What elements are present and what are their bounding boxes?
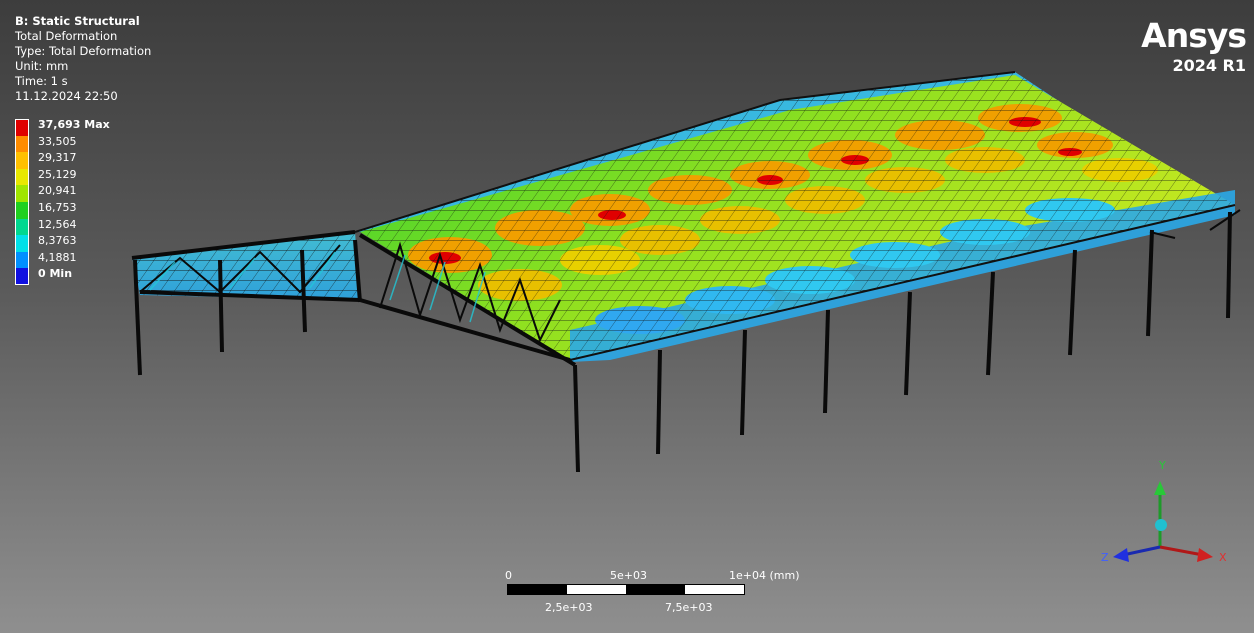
scale-label-7-5e3: 7,5e+03 <box>665 601 713 614</box>
legend-swatch <box>15 218 29 236</box>
x-label: X <box>1219 551 1227 564</box>
result-type: Type: Total Deformation <box>15 44 152 58</box>
legend-swatch <box>15 135 29 153</box>
result-info: B: Static Structural Total Deformation T… <box>15 14 151 104</box>
x-axis <box>1159 545 1204 557</box>
legend-label: 16,753 <box>38 200 77 214</box>
scale-track <box>507 584 745 595</box>
result-time: Time: 1 s <box>15 74 68 88</box>
legend-label: 37,693 Max <box>38 118 110 131</box>
legend-swatch <box>15 251 29 269</box>
legend-swatch <box>15 268 29 285</box>
legend-label: 25,129 <box>38 167 77 181</box>
structure-model <box>131 71 1241 473</box>
legend-swatch <box>15 235 29 252</box>
scale-label-0: 0 <box>505 569 512 582</box>
legend-swatch <box>15 201 29 219</box>
legend-label: 8,3763 <box>38 234 77 248</box>
z-label: Z <box>1101 551 1109 564</box>
ansys-logo: Ansys 2024 R1 <box>1141 16 1247 76</box>
legend-swatch <box>15 119 29 136</box>
legend-label: 0 Min <box>38 267 73 281</box>
scale-label-1e4: 1e+04 (mm) <box>729 569 800 582</box>
z-arrow-icon <box>1113 548 1129 562</box>
legend-label: 33,505 <box>38 134 77 148</box>
model-viewport[interactable] <box>0 0 1254 633</box>
brand-version: 2024 R1 <box>1172 56 1246 75</box>
z-axis <box>1122 545 1161 557</box>
legend-swatch <box>15 168 29 186</box>
triad-iso-ball[interactable] <box>1155 519 1167 531</box>
y-arrow-icon <box>1154 481 1166 495</box>
result-timestamp: 11.12.2024 22:50 <box>15 89 118 103</box>
scale-bar: 0 5e+03 1e+04 (mm) 2,5e+03 7,5e+03 <box>505 569 805 619</box>
result-name: Total Deformation <box>15 29 118 43</box>
legend-label: 20,941 <box>38 184 77 198</box>
y-label: Y <box>1158 459 1166 472</box>
analysis-title: B: Static Structural <box>15 14 140 28</box>
legend-swatch <box>15 152 29 169</box>
scale-label-2-5e3: 2,5e+03 <box>545 601 593 614</box>
legend-swatch <box>15 185 29 202</box>
legend-label: 4,1881 <box>38 250 77 264</box>
coordinate-triad[interactable]: Y Z X <box>1095 455 1235 575</box>
brand-name: Ansys <box>1141 16 1247 55</box>
result-unit: Unit: mm <box>15 59 69 73</box>
scale-label-5e3: 5e+03 <box>610 569 647 582</box>
legend-label: 12,564 <box>38 217 77 231</box>
legend-label: 29,317 <box>38 151 77 165</box>
x-arrow-icon <box>1197 548 1213 562</box>
